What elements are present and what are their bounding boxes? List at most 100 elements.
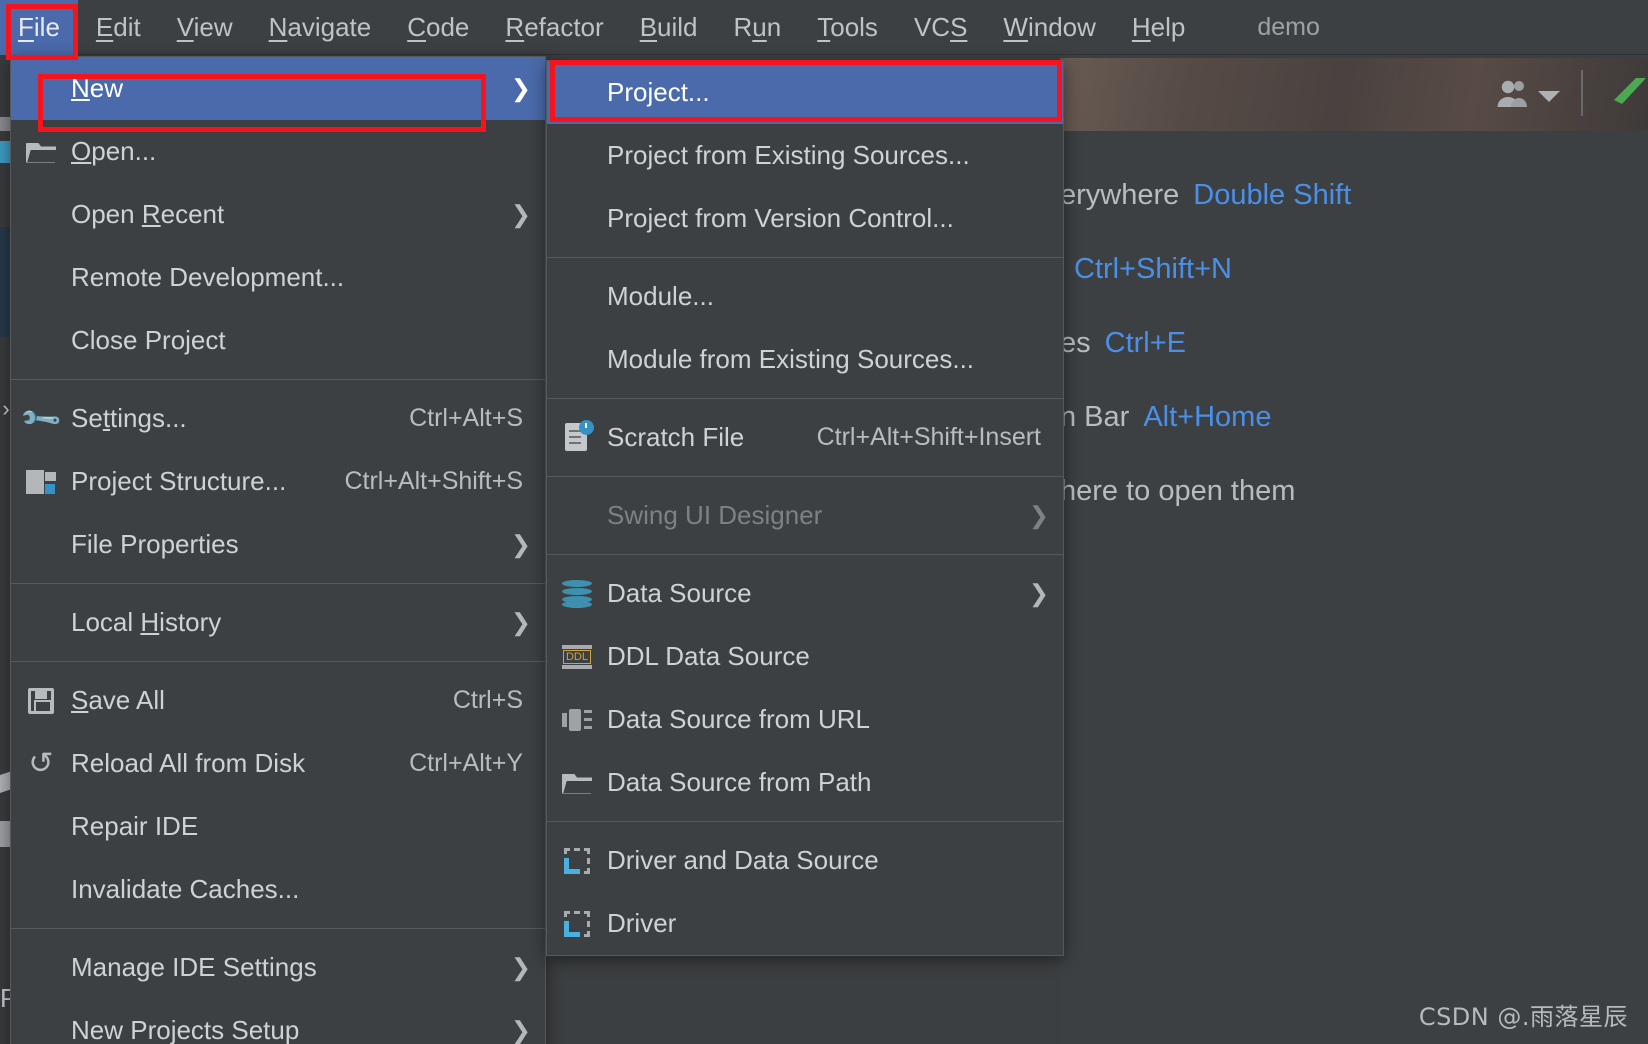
people-icon[interactable] [1496, 80, 1530, 108]
menubar-item-edit[interactable]: Edit [78, 0, 159, 55]
menubar-item-vcs[interactable]: VCS [896, 0, 985, 55]
tip-shortcut: Ctrl+Shift+N [1074, 253, 1232, 285]
menu-item-open[interactable]: Open... [11, 120, 545, 183]
folder-icon [11, 141, 71, 163]
menu-item-module[interactable]: Module... [547, 265, 1063, 328]
menu-item-local-history[interactable]: Local History ❯ [11, 591, 545, 654]
project-structure-icon [11, 469, 71, 494]
tip-text: n Bar [1060, 401, 1130, 433]
menu-item-label: Data Source [607, 578, 752, 608]
menubar-item-tools[interactable]: Tools [799, 0, 896, 55]
menubar-item-help[interactable]: Help [1114, 0, 1203, 55]
url-icon [547, 708, 607, 731]
menu-item-shortcut: Ctrl+Alt+Shift+Insert [816, 423, 1041, 451]
file-menu-popup[interactable]: New ❯ Open... Open Recent ❯ Remote Devel… [10, 56, 546, 1044]
menu-item-settings[interactable]: 🔧 Settings... Ctrl+Alt+S [11, 387, 545, 450]
menu-item-project-from-existing-sources[interactable]: Project from Existing Sources... [547, 124, 1063, 187]
ddl-icon: DDL [547, 644, 607, 669]
menu-item-project[interactable]: Project... [547, 61, 1063, 124]
menubar-label-tools: Tools [817, 11, 878, 42]
menu-item-project-from-version-control[interactable]: Project from Version Control... [547, 187, 1063, 250]
tip-row: here to open them [1060, 475, 1295, 508]
tip-row: erywhere Double Shift [1060, 179, 1351, 212]
reload-icon: ↺ [28, 747, 54, 780]
tip-text: here to open them [1060, 475, 1296, 507]
chevron-right-icon: ❯ [1028, 502, 1049, 529]
tip-text: es [1060, 327, 1091, 359]
menu-item-label: Close Project [71, 325, 226, 355]
menubar-label-build: Build [639, 11, 698, 42]
menu-item-module-from-existing-sources[interactable]: Module from Existing Sources... [547, 328, 1063, 391]
menu-item-file-properties[interactable]: File Properties ❯ [11, 513, 545, 576]
menu-separator [547, 821, 1063, 822]
menu-item-data-source-from-path[interactable]: Data Source from Path [547, 751, 1063, 814]
menu-item-new-projects-setup[interactable]: New Projects Setup ❯ [11, 999, 545, 1044]
menu-separator [11, 928, 545, 929]
menu-item-label: Settings... [71, 403, 187, 433]
toolbar-divider [1581, 70, 1583, 116]
project-name-label: demo [1257, 12, 1320, 41]
green-check-icon[interactable] [1608, 74, 1648, 108]
tip-row: es Ctrl+E [1060, 327, 1186, 360]
folder-icon [547, 772, 607, 794]
csdn-watermark: CSDN @.雨落星辰 [1418, 1003, 1628, 1031]
menu-separator [11, 379, 545, 380]
menubar-item-build[interactable]: Build [622, 0, 716, 55]
menu-item-driver[interactable]: Driver [547, 892, 1063, 955]
menubar-item-navigate[interactable]: Navigate [251, 0, 390, 55]
menubar-item-run[interactable]: Run [716, 0, 800, 55]
menu-bar[interactable]: File Edit View Navigate Code Refactor Bu… [0, 0, 1648, 55]
menu-item-swing-ui-designer[interactable]: Swing UI Designer ❯ [547, 484, 1063, 547]
chevron-right-icon: ❯ [1028, 580, 1049, 607]
menu-item-remote-development[interactable]: Remote Development... [11, 246, 545, 309]
menu-item-label: Project... [607, 77, 710, 107]
new-submenu-popup[interactable]: Project... Project from Existing Sources… [546, 60, 1064, 956]
menubar-label-navigate: Navigate [268, 11, 372, 42]
menu-item-driver-and-data-source[interactable]: Driver and Data Source [547, 829, 1063, 892]
chevron-right-icon: ❯ [510, 954, 531, 981]
chevron-right-icon: ❯ [510, 1017, 531, 1044]
welcome-tips-panel: erywhere Double Shift Ctrl+Shift+N es Ctrl… [1060, 131, 1648, 1044]
menu-item-scratch-file[interactable]: Scratch File Ctrl+Alt+Shift+Insert [547, 406, 1063, 469]
menu-item-shortcut: Ctrl+Alt+Y [409, 749, 523, 777]
menu-item-reload-all-from-disk[interactable]: ↺ Reload All from Disk Ctrl+Alt+Y [11, 732, 545, 795]
menu-item-project-structure[interactable]: Project Structure... Ctrl+Alt+Shift+S [11, 450, 545, 513]
menu-item-label: Module... [607, 281, 714, 311]
menu-item-manage-ide-settings[interactable]: Manage IDE Settings ❯ [11, 936, 545, 999]
menu-item-label: Project from Existing Sources... [607, 140, 970, 170]
menu-item-save-all[interactable]: Save All Ctrl+S [11, 669, 545, 732]
menu-item-label: Reload All from Disk [71, 748, 306, 778]
menu-item-ddl-data-source[interactable]: DDL DDL Data Source [547, 625, 1063, 688]
chevron-down-icon[interactable] [1538, 91, 1560, 102]
driver-icon [547, 910, 607, 937]
menu-item-new[interactable]: New ❯ [11, 57, 545, 120]
menu-item-label: Data Source from Path [607, 767, 872, 797]
menubar-item-refactor[interactable]: Refactor [487, 0, 621, 55]
menubar-item-file[interactable]: File [0, 0, 78, 55]
menu-item-label: Driver and Data Source [607, 845, 879, 875]
menu-item-data-source[interactable]: Data Source ❯ [547, 562, 1063, 625]
menu-separator [547, 257, 1063, 258]
wrench-icon: 🔧 [18, 396, 64, 441]
menu-item-label: Swing UI Designer [607, 500, 823, 530]
menubar-label-run: Run [733, 11, 782, 42]
menu-item-open-recent[interactable]: Open Recent ❯ [11, 183, 545, 246]
menu-item-label: New Projects Setup [71, 1015, 300, 1044]
save-icon [11, 687, 71, 714]
menu-item-label: DDL Data Source [607, 641, 810, 671]
tip-shortcut: Double Shift [1193, 179, 1352, 211]
menu-item-label: Invalidate Caches... [71, 874, 300, 904]
menu-item-label: Project Structure... [71, 466, 287, 496]
menu-separator [547, 476, 1063, 477]
menubar-item-view[interactable]: View [159, 0, 251, 55]
menu-item-invalidate-caches[interactable]: Invalidate Caches... [11, 858, 545, 921]
tip-shortcut: Alt+Home [1143, 401, 1272, 433]
menu-item-close-project[interactable]: Close Project [11, 309, 545, 372]
menubar-label-window: Window [1003, 11, 1096, 42]
menubar-item-code[interactable]: Code [389, 0, 487, 55]
menu-item-repair-ide[interactable]: Repair IDE [11, 795, 545, 858]
menu-item-label: New [71, 73, 124, 103]
menu-separator [11, 661, 545, 662]
menu-item-data-source-from-url[interactable]: Data Source from URL [547, 688, 1063, 751]
menubar-item-window[interactable]: Window [985, 0, 1113, 55]
